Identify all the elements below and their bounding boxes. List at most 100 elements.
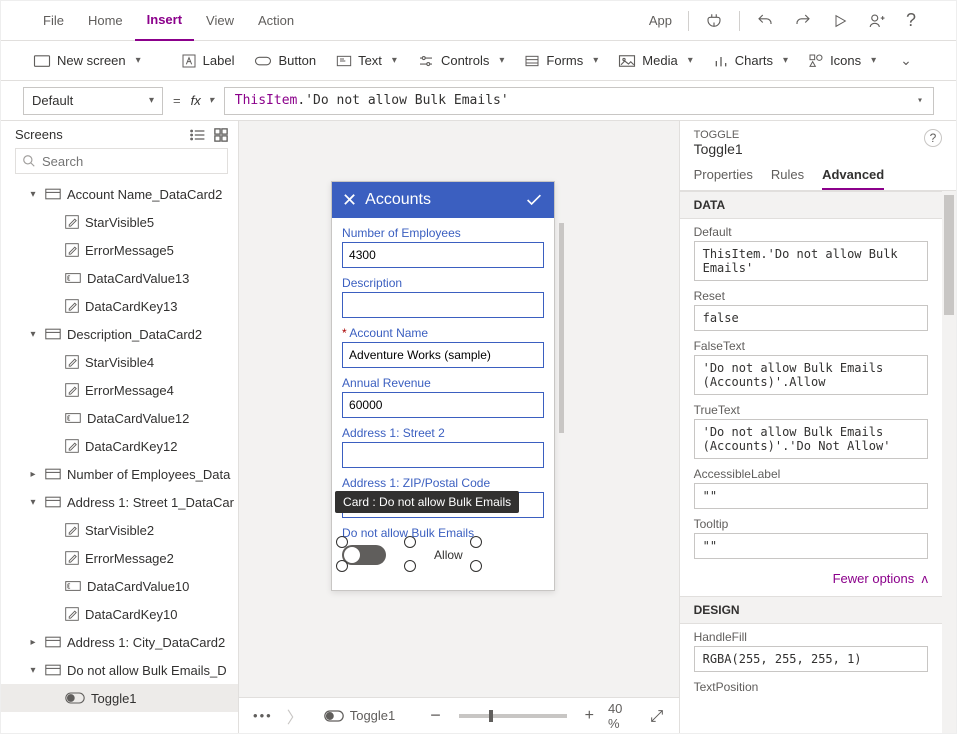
menu-app[interactable]: App — [639, 13, 682, 28]
tree-grid-icon[interactable] — [214, 128, 228, 142]
menu-file[interactable]: File — [31, 1, 76, 41]
prop-tooltip[interactable]: "" — [694, 533, 928, 559]
controls-button[interactable]: Controls▾ — [407, 41, 514, 81]
tree-node[interactable]: DataCardKey13 — [1, 292, 238, 320]
menu-insert[interactable]: Insert — [135, 1, 194, 41]
zoom-slider[interactable] — [459, 714, 567, 718]
tree[interactable]: ▾Account Name_DataCard2StarVisible5Error… — [1, 180, 238, 733]
label-button[interactable]: Label — [171, 41, 245, 81]
tree-node[interactable]: StarVisible5 — [1, 208, 238, 236]
property-select[interactable]: Default▾ — [23, 87, 163, 115]
card-input[interactable] — [342, 242, 544, 268]
tree-node[interactable]: DataCardValue10 — [1, 572, 238, 600]
icons-button[interactable]: Icons▾ — [798, 41, 886, 81]
button-icon — [254, 54, 272, 68]
new-screen-button[interactable]: New screen▾ — [23, 41, 151, 81]
forms-icon — [524, 54, 540, 68]
chevron-down-icon: ▾ — [149, 95, 154, 106]
search-box[interactable] — [15, 148, 228, 174]
menu-action[interactable]: Action — [246, 1, 306, 41]
close-icon[interactable]: ✕ — [342, 190, 357, 211]
prop-truetext[interactable]: 'Do not allow Bulk Emails (Accounts)'.'D… — [694, 419, 928, 459]
tree-node[interactable]: StarVisible2 — [1, 516, 238, 544]
breadcrumb-toggle[interactable]: Toggle1 — [317, 705, 403, 726]
tree-node[interactable]: DataCardKey10 — [1, 600, 238, 628]
button-button[interactable]: Button — [244, 41, 326, 81]
charts-button[interactable]: Charts▾ — [703, 41, 798, 81]
toggle-control[interactable] — [342, 545, 386, 565]
tree-node[interactable]: ErrorMessage4 — [1, 376, 238, 404]
card-input[interactable] — [342, 442, 544, 468]
tree-node[interactable]: ▸Address 1: City_DataCard2 — [1, 628, 238, 656]
play-icon[interactable] — [822, 13, 858, 29]
check-icon[interactable] — [524, 192, 544, 208]
tree-node[interactable]: ▾Address 1: Street 1_DataCar — [1, 488, 238, 516]
chevron-down-icon[interactable]: ▾ — [917, 95, 923, 106]
zoom-in-button[interactable]: + — [585, 707, 594, 725]
tree-node[interactable]: ▾Do not allow Bulk Emails_D — [1, 656, 238, 684]
form-scrollbar[interactable] — [559, 223, 564, 433]
zoom-out-button[interactable]: − — [430, 705, 441, 726]
screens-title: Screens — [15, 127, 63, 142]
tree-node[interactable]: ErrorMessage5 — [1, 236, 238, 264]
tree-node[interactable]: StarVisible4 — [1, 348, 238, 376]
tree-node[interactable]: DataCardValue12 — [1, 404, 238, 432]
tree-node[interactable]: DataCardKey12 — [1, 432, 238, 460]
prop-accessiblelabel[interactable]: "" — [694, 483, 928, 509]
tab-properties[interactable]: Properties — [694, 161, 753, 190]
text-button[interactable]: Text▾ — [326, 41, 407, 81]
breadcrumb-more-icon[interactable]: ••• — [253, 708, 273, 723]
screen-title: Accounts — [365, 191, 516, 209]
properties-scrollbar[interactable] — [942, 191, 956, 733]
tab-advanced[interactable]: Advanced — [822, 161, 884, 190]
tab-rules[interactable]: Rules — [771, 161, 804, 190]
zoom-level: 40 % — [608, 701, 635, 731]
form-card[interactable]: Annual Revenue — [342, 376, 544, 418]
media-button[interactable]: Media▾ — [608, 41, 702, 81]
app-checker-icon[interactable] — [695, 12, 733, 30]
tree-list-icon[interactable] — [190, 128, 206, 142]
redo-icon[interactable] — [784, 12, 822, 30]
menu-home[interactable]: Home — [76, 1, 135, 41]
control-name: Toggle1 — [694, 141, 743, 157]
formula-input[interactable]: ThisItem.'Do not allow Bulk Emails' ▾ — [224, 87, 934, 115]
card-input[interactable] — [342, 342, 544, 368]
toggle-card[interactable]: Do not allow Bulk EmailsAllow — [342, 526, 544, 568]
tree-node[interactable]: ▾Description_DataCard2 — [1, 320, 238, 348]
prop-default[interactable]: ThisItem.'Do not allow Bulk Emails' — [694, 241, 928, 281]
tree-node[interactable]: DataCardValue13 — [1, 264, 238, 292]
undo-icon[interactable] — [746, 12, 784, 30]
canvas-body[interactable]: ✕ Accounts Number of Employees Descriptio… — [239, 121, 679, 697]
card-input[interactable] — [342, 292, 544, 318]
properties-body[interactable]: DATA DefaultThisItem.'Do not allow Bulk … — [680, 191, 956, 733]
prop-falsetext[interactable]: 'Do not allow Bulk Emails (Accounts)'.Al… — [694, 355, 928, 395]
screen-icon — [33, 54, 51, 68]
menu-view[interactable]: View — [194, 1, 246, 41]
card-input[interactable] — [342, 392, 544, 418]
form-card[interactable]: Account Name — [342, 326, 544, 368]
search-input[interactable] — [42, 154, 221, 169]
prop-reset[interactable]: false — [694, 305, 928, 331]
help-icon[interactable]: ? — [896, 10, 926, 31]
label-icon — [181, 53, 197, 69]
form-card[interactable]: Address 1: Street 2 — [342, 426, 544, 468]
ribbon-more-icon[interactable]: ⌄ — [886, 41, 922, 81]
tree-node[interactable]: ▾Account Name_DataCard2 — [1, 180, 238, 208]
tree-node[interactable]: ▸Number of Employees_Data — [1, 460, 238, 488]
fit-icon[interactable] — [649, 708, 665, 724]
tree-node[interactable]: ErrorMessage2 — [1, 544, 238, 572]
help-icon[interactable]: ? — [924, 129, 942, 147]
fx-label[interactable]: fx▾ — [191, 93, 214, 108]
form-card[interactable]: Description — [342, 276, 544, 318]
share-icon[interactable] — [858, 12, 896, 30]
form-card[interactable]: Number of Employees — [342, 226, 544, 268]
properties-pane: TOGGLE Toggle1 ? Properties Rules Advanc… — [679, 121, 956, 733]
forms-button[interactable]: Forms▾ — [514, 41, 608, 81]
tree-node[interactable]: Toggle1 — [1, 684, 238, 712]
control-type-label: TOGGLE — [694, 129, 743, 141]
prop-handlefill[interactable]: RGBA(255, 255, 255, 1) — [694, 646, 928, 672]
card-tooltip: Card : Do not allow Bulk Emails — [335, 491, 519, 513]
canvas-footer: ••• 〉 Toggle1 − + 40 % — [239, 697, 679, 733]
fewer-options-link[interactable]: Fewer options ʌ — [833, 571, 928, 586]
properties-tabs: Properties Rules Advanced — [680, 161, 956, 191]
